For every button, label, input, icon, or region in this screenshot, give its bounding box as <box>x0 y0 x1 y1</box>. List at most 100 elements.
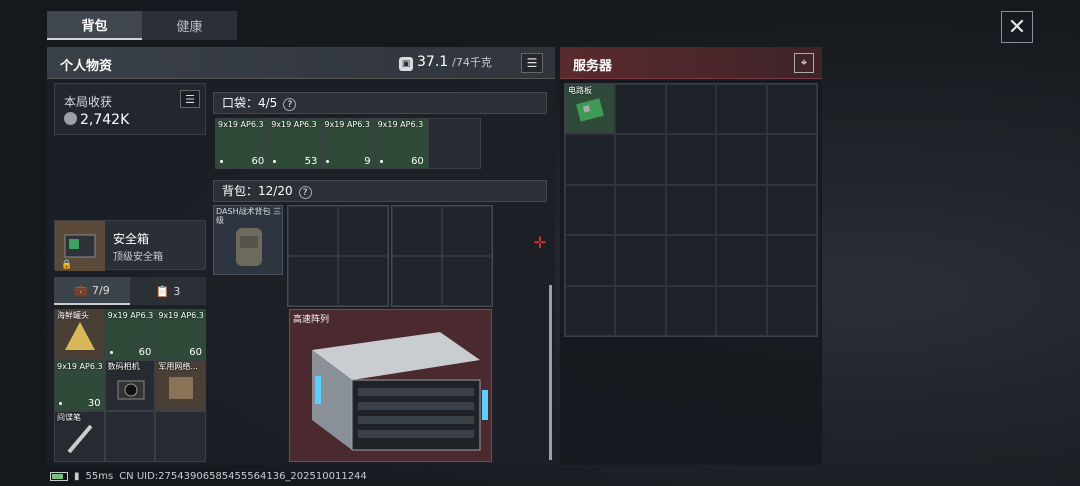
server-slot[interactable] <box>615 235 666 286</box>
server-slot[interactable] <box>665 235 717 286</box>
item-label: 军用网络... <box>158 362 198 371</box>
weight-display: ▣ 37.1 /74千克 <box>399 54 492 71</box>
empty-slot[interactable] <box>427 118 481 169</box>
signal-icon: ▮ <box>74 471 80 482</box>
ping-value: 55ms <box>85 471 114 482</box>
item-count: 60 <box>189 347 202 358</box>
dot-icon <box>379 160 383 163</box>
server-array-icon <box>312 332 488 451</box>
help-icon[interactable]: ? <box>283 98 297 111</box>
server-slot[interactable] <box>615 184 666 236</box>
crosshair-icon: ✛ <box>533 233 547 252</box>
item-label: 海鲜罐头 <box>57 311 89 320</box>
bag-slot[interactable] <box>288 256 338 306</box>
safe-item[interactable]: 海鲜罐头 <box>54 309 105 360</box>
server-slot[interactable] <box>615 285 666 336</box>
bag-capacity: 背包：12/20 <box>222 184 293 198</box>
server-slot[interactable] <box>766 285 817 336</box>
server-slot[interactable] <box>565 235 616 286</box>
dot-icon <box>273 160 277 163</box>
list-button[interactable]: ☰ <box>521 53 543 73</box>
bag-slot[interactable] <box>442 256 492 306</box>
weight-max: /74千克 <box>452 56 492 69</box>
clipboard-icon: 📋 <box>155 284 170 298</box>
server-slot[interactable] <box>716 285 767 336</box>
safe-items-grid: 海鲜罐头 9x19 AP6.3 60 9x19 AP6.3 60 9x19 AP6.… <box>54 309 206 462</box>
item-count: 60 <box>411 156 424 167</box>
server-slot[interactable] <box>766 84 817 135</box>
server-slot[interactable] <box>665 134 717 185</box>
high-speed-array-item[interactable]: 高速阵列 <box>289 309 492 462</box>
safe-box-name: 安全箱 <box>113 232 150 246</box>
safe-item[interactable]: 9x19 AP6.3 60 <box>104 309 156 360</box>
server-slot[interactable] <box>716 84 767 135</box>
server-slot[interactable] <box>615 134 666 185</box>
server-slot[interactable] <box>716 235 767 286</box>
item-count: 53 <box>304 156 318 167</box>
empty-slot[interactable] <box>155 411 206 462</box>
server-title: 服务器 <box>573 59 613 74</box>
dot-icon <box>109 351 113 354</box>
item-label: 9x19 AP6.3 <box>57 362 103 371</box>
empty-slot[interactable] <box>104 411 156 462</box>
location-pin-icon: ⌖ <box>800 56 808 69</box>
server-slot[interactable] <box>565 285 616 336</box>
server-slot[interactable] <box>716 134 767 185</box>
safe-item[interactable]: 9x19 AP6.3 60 <box>155 309 206 360</box>
server-slot[interactable] <box>716 184 767 236</box>
tab-backpack[interactable]: 背包 <box>47 11 142 40</box>
subtab-docs[interactable]: 📋 3 <box>130 277 206 305</box>
location-pin-button[interactable]: ⌖ <box>794 53 814 73</box>
subtab-items[interactable]: 💼 7/9 <box>54 277 130 305</box>
safe-item[interactable]: 数码相机 <box>104 360 156 411</box>
server-slot[interactable] <box>565 184 616 236</box>
safe-box[interactable]: 🔒 安全箱 顶级安全箱 <box>54 220 206 271</box>
safe-item[interactable]: 军用网络... <box>155 360 206 411</box>
scrollbar[interactable] <box>549 285 552 460</box>
pocket-item[interactable]: 9x19 AP6.3 60 <box>374 118 428 169</box>
safe-item[interactable]: 9x19 AP6.3 30 <box>54 360 105 411</box>
server-slot[interactable] <box>665 84 717 135</box>
safe-box-subtitle: 顶级安全箱 <box>113 252 163 263</box>
bag-slot[interactable] <box>338 206 388 256</box>
server-slot[interactable] <box>565 134 616 185</box>
server-panel-header: 服务器 ⌖ <box>560 47 822 79</box>
server-slot[interactable] <box>665 184 717 236</box>
dot-icon <box>326 160 330 163</box>
tab-health[interactable]: 健康 <box>142 11 237 40</box>
item-label: 间谍笔 <box>57 413 81 422</box>
safe-box-icon: 🔒 <box>55 221 105 271</box>
server-slot[interactable] <box>665 285 717 336</box>
item-label: 9x19 AP6.3 <box>271 120 317 129</box>
item-count: 60 <box>251 156 265 167</box>
earnings-amount: 2,742K <box>80 112 130 128</box>
bag-slot[interactable] <box>442 206 492 256</box>
bag-slot[interactable] <box>392 206 442 256</box>
safe-subtabs: 💼 7/9 📋 3 <box>54 277 206 305</box>
item-label: DASH战术背包 三级 <box>216 207 282 225</box>
circuit-board-item[interactable]: 电路板 <box>565 84 614 133</box>
item-label: 数码相机 <box>107 362 140 371</box>
server-slot[interactable] <box>766 235 817 286</box>
server-slot[interactable] <box>766 134 817 185</box>
pocket-item[interactable]: 9x19 AP6.3 9 <box>321 118 375 169</box>
bag-slot[interactable] <box>288 206 338 256</box>
briefcase-icon: 💼 <box>74 283 88 297</box>
server-slot[interactable] <box>766 184 817 236</box>
pocket-slots: 9x19 AP6.3 60 9x19 AP6.3 53 9x19 AP6.3 9 9x… <box>215 118 481 169</box>
subtab-items-count: 7/9 <box>92 283 110 297</box>
help-icon[interactable]: ? <box>298 186 312 199</box>
pocket-item[interactable]: 9x19 AP6.3 60 <box>215 118 269 169</box>
close-button[interactable]: ✕ <box>1001 11 1033 43</box>
status-bar: ▮ 55ms CN UID:27543906585455564136_20251… <box>50 471 367 482</box>
bag-slot[interactable] <box>392 256 442 306</box>
server-slot[interactable] <box>615 84 666 135</box>
list-icon: ☰ <box>526 56 538 70</box>
backpack-item[interactable]: DASH战术背包 三级 <box>213 205 283 275</box>
bag-slot[interactable] <box>338 256 388 306</box>
pocket-item[interactable]: 9x19 AP6.3 53 <box>268 118 322 169</box>
safe-item[interactable]: 间谍笔 <box>54 411 105 462</box>
bag-header: 背包：12/20? <box>213 180 547 202</box>
earnings-list-button[interactable]: ☰ <box>180 90 200 108</box>
main-tabs: 背包 健康 <box>47 11 237 40</box>
